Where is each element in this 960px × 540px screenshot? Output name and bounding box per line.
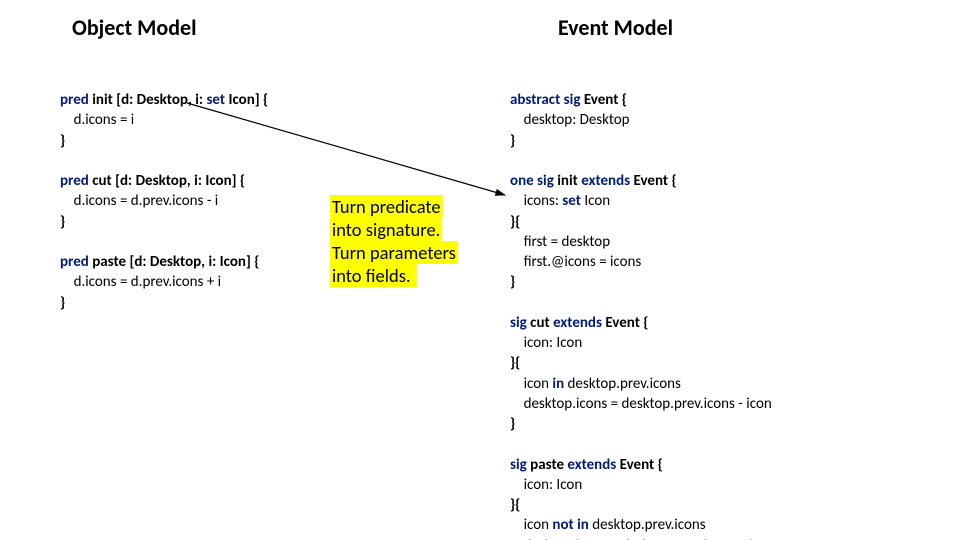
kw-not-in: not in (552, 516, 588, 534)
code-brace: } (60, 132, 65, 150)
code-text: desktop.icons = desktop.prev.icons - ico… (510, 395, 772, 413)
kw-extends: extends (553, 314, 602, 332)
code-text: desktop.prev.icons (589, 516, 706, 534)
code-text: icons: (510, 192, 562, 210)
callout-line: into fields. (330, 264, 417, 287)
code-text: Event { (602, 314, 649, 332)
kw-pred: pred (60, 91, 89, 109)
code-text: Icon (581, 192, 610, 210)
code-text: icon: Icon (510, 476, 582, 494)
code-text: init (554, 172, 581, 190)
code-brace: }{ (510, 213, 520, 231)
code-text: icon: Icon (510, 334, 582, 352)
kw-sig: sig (510, 456, 527, 474)
code-text: Icon] { (225, 91, 268, 109)
code-brace: } (60, 294, 65, 312)
kw-set: set (206, 91, 225, 109)
code-text: paste [d: Desktop, i: Icon] { (89, 253, 260, 271)
kw-pred: pred (60, 253, 89, 271)
slide: Object Model Event Model pred init [d: D… (0, 0, 960, 540)
code-text: cut [d: Desktop, i: Icon] { (89, 172, 245, 190)
code-object-model: pred init [d: Desktop, i: set Icon] { d.… (60, 90, 340, 313)
code-text: paste (527, 456, 568, 474)
code-text: d.icons = d.prev.icons - i (60, 192, 218, 210)
code-brace: } (510, 132, 515, 150)
kw-in: in (552, 375, 564, 393)
callout-line: into signature. (330, 218, 442, 241)
code-text: icon (510, 516, 552, 534)
code-brace: } (60, 213, 65, 231)
code-event-model: abstract sig Event { desktop: Desktop } … (510, 90, 940, 540)
kw-abstract-sig: abstract sig (510, 91, 580, 109)
callout-turn-predicate: Turn predicate into signature. Turn para… (330, 195, 495, 288)
code-brace: }{ (510, 354, 520, 372)
code-text: desktop.prev.icons (564, 375, 681, 393)
kw-extends: extends (581, 172, 630, 190)
code-text: d.icons = i (60, 111, 134, 129)
kw-set: set (562, 192, 581, 210)
callout-line: Turn parameters (330, 241, 458, 264)
code-text: cut (527, 314, 553, 332)
code-brace: } (510, 415, 515, 433)
code-text: Event { (580, 91, 627, 109)
code-text: first = desktop (510, 233, 610, 251)
code-text: Event { (630, 172, 677, 190)
kw-sig: sig (510, 314, 527, 332)
kw-pred: pred (60, 172, 89, 190)
code-brace: } (510, 273, 515, 291)
code-brace: }{ (510, 496, 520, 514)
code-text: d.icons = d.prev.icons + i (60, 273, 221, 291)
kw-extends: extends (567, 456, 616, 474)
kw-one-sig: one sig (510, 172, 554, 190)
code-text: init [d: Desktop, i: (89, 91, 207, 109)
code-text: first.@icons = icons (510, 253, 641, 271)
heading-object-model: Object Model (72, 14, 197, 41)
code-text: desktop.icons = desktop.prev.icons + ico… (510, 537, 775, 540)
heading-event-model: Event Model (558, 14, 673, 41)
code-text: Event { (616, 456, 663, 474)
callout-line: Turn predicate (330, 195, 443, 218)
code-text: desktop: Desktop (510, 111, 630, 129)
code-text: icon (510, 375, 552, 393)
